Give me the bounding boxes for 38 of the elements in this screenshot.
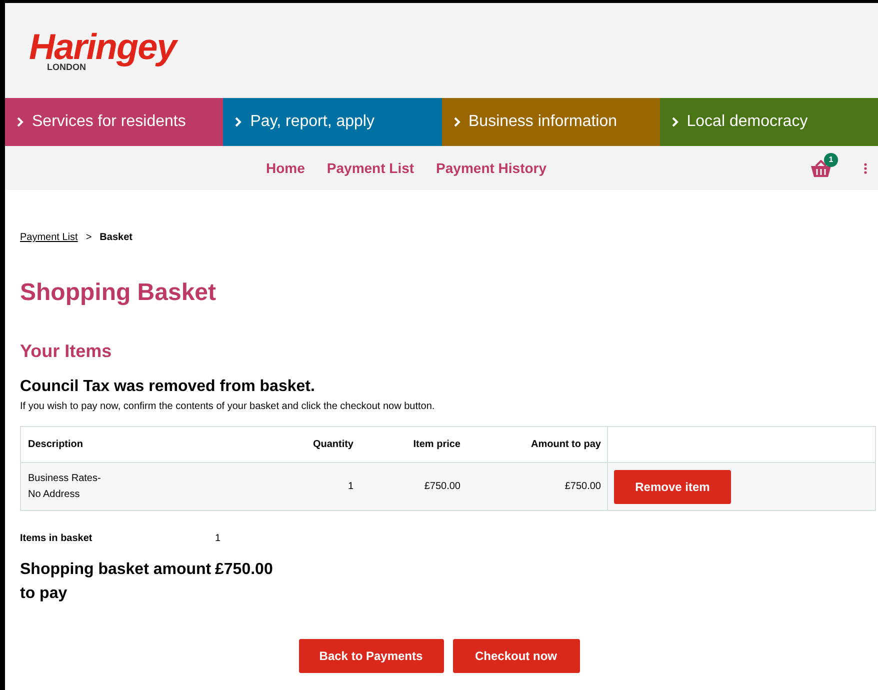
chevron-icon [17, 117, 24, 127]
logo-wordmark: Haringey [29, 29, 176, 65]
section-title: Your Items [20, 340, 113, 363]
breadcrumb-separator: > [86, 231, 92, 245]
column-header: Amount to pay [460, 426, 608, 462]
nav-link[interactable]: Home [266, 158, 305, 178]
remove-item-button[interactable]: Remove item [614, 470, 731, 504]
column-header: Quantity [260, 426, 354, 462]
action-button[interactable]: Back to Payments [298, 639, 444, 673]
table-cell: £750.00 [354, 462, 460, 510]
page-title: Shopping Basket [20, 278, 218, 308]
basket-button[interactable]: 1 [810, 156, 836, 180]
nav-tab[interactable]: Business information [442, 98, 660, 146]
nav-link[interactable]: Payment List [326, 158, 414, 178]
column-header: Item price [354, 426, 460, 462]
status-message: Council Tax was removed from basket. [20, 377, 316, 397]
basket-count-badge: 1 [824, 153, 838, 167]
nav-tab[interactable]: Local democracy [660, 98, 878, 146]
total-label: Shopping basket amount to pay [20, 560, 212, 604]
chevron-icon [235, 117, 242, 127]
items-label: Items in basket [20, 532, 94, 546]
nav-tab[interactable]: Pay, report, apply [223, 98, 442, 146]
column-header: Description [20, 426, 260, 462]
nav-link[interactable]: Payment History [436, 158, 547, 178]
more-menu-icon[interactable] [864, 163, 867, 174]
breadcrumb-current: Basket [100, 231, 132, 245]
nav-tab[interactable]: Services for residents [5, 98, 224, 146]
total-amount: £750.00 [215, 560, 273, 580]
table-cell: £750.00 [460, 462, 608, 510]
logo[interactable]: Haringey LONDON [29, 29, 176, 72]
items-count: 1 [215, 532, 221, 546]
table-cell: 1 [260, 462, 354, 510]
chevron-icon [672, 117, 679, 127]
instructions-text: If you wish to pay now, confirm the contents of your basket and click the checkout now button. [20, 400, 436, 414]
chevron-icon [454, 117, 460, 127]
action-button[interactable]: Checkout now [452, 639, 580, 673]
table-cell: Business Rates- No Address [20, 462, 260, 510]
breadcrumb-link[interactable]: Payment List [20, 230, 78, 245]
